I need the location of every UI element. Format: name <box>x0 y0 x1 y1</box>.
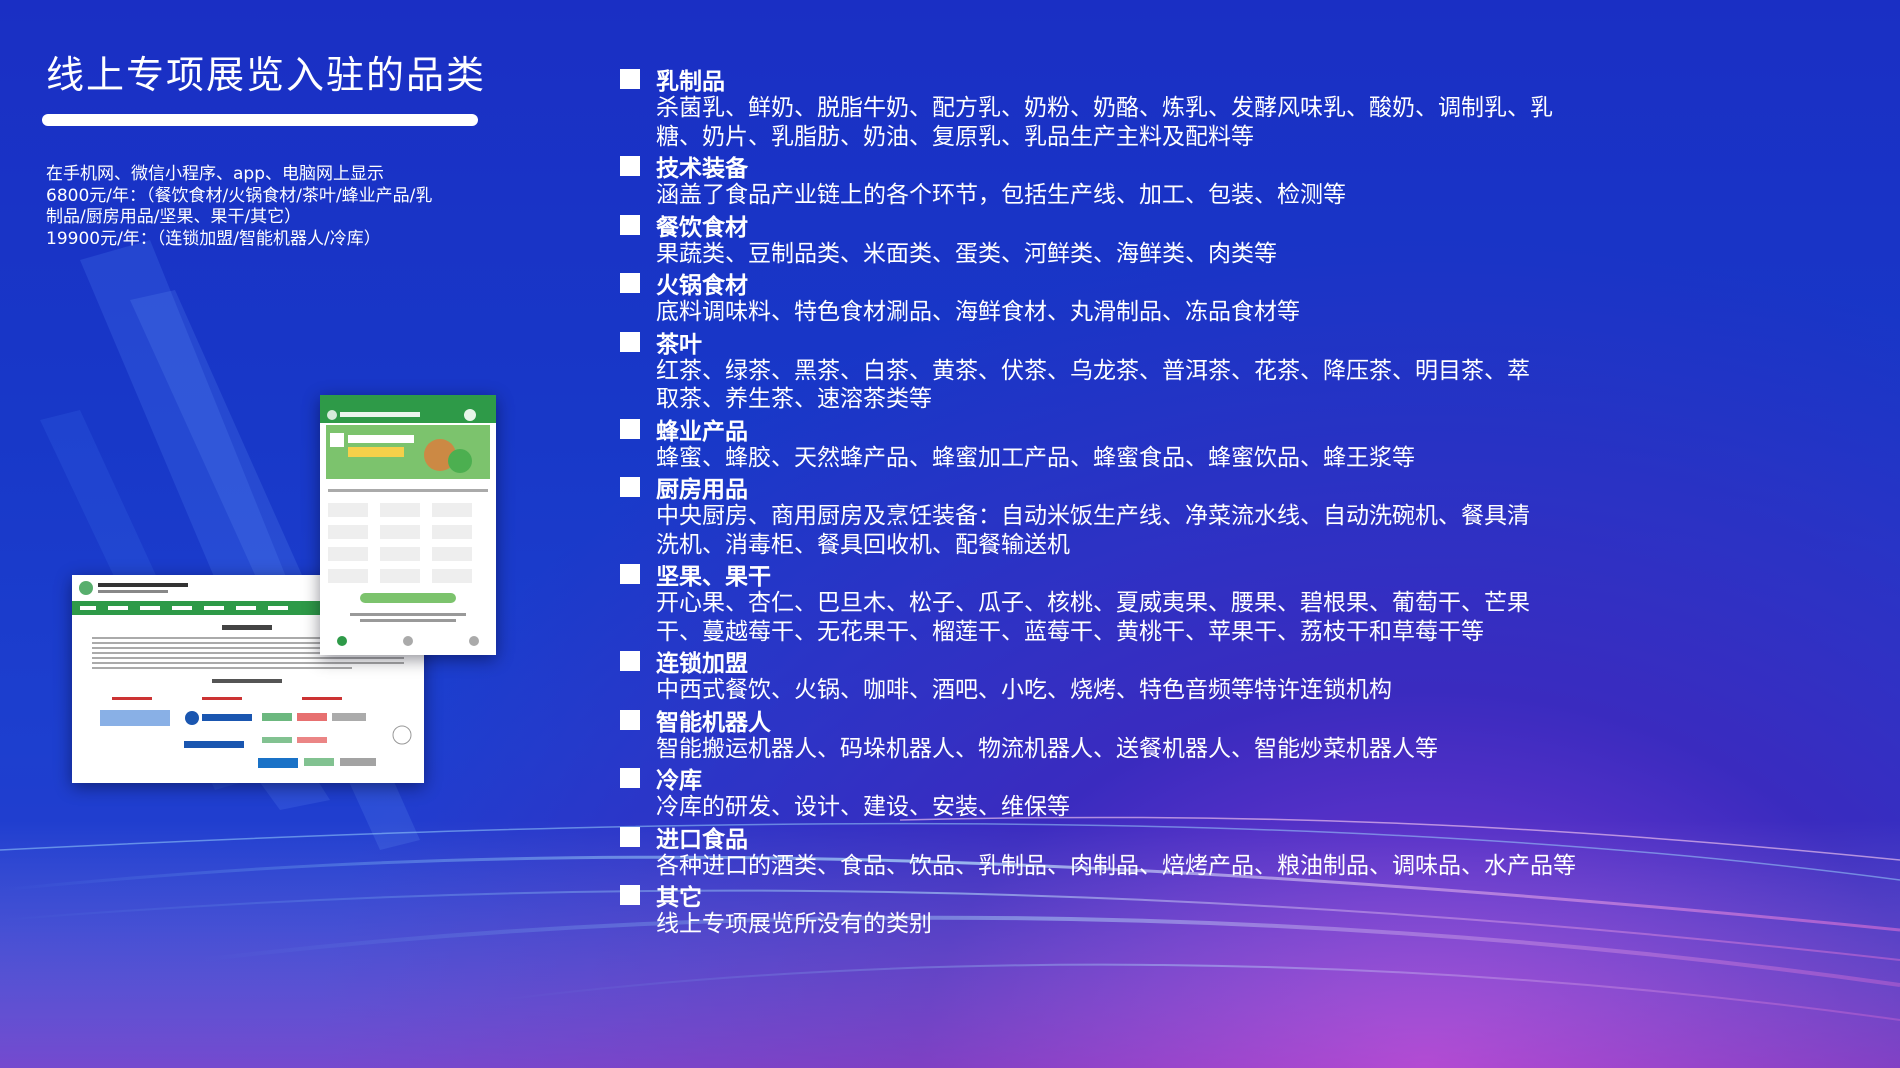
bullet-square-icon <box>620 477 640 497</box>
intro-line: 6800元/年：（餐饮食材/火锅食材/茶叶/蜂业产品/乳 <box>46 185 433 206</box>
category-description: 杀菌乳、鲜奶、脱脂牛奶、配方乳、奶粉、奶酪、炼乳、发酵风味乳、酸奶、调制乳、乳 … <box>656 95 1553 150</box>
category-description: 各种进口的酒类、食品、饮品、乳制品、肉制品、焙烤产品、粮油制品、调味品、水产品等 <box>656 852 1576 879</box>
category-name: 厨房用品 <box>656 477 748 503</box>
category-description: 线上专项展览所没有的类别 <box>656 911 932 937</box>
category-description: 开心果、杏仁、巴旦木、松子、瓜子、核桃、夏威夷果、腰果、碧根果、葡萄干、芒果 干… <box>656 590 1530 645</box>
category-description: 果蔬类、豆制品类、米面类、蛋类、河鲜类、海鲜类、肉类等 <box>656 240 1277 267</box>
category-description: 智能搬运机器人、码垛机器人、物流机器人、送餐机器人、智能炒菜机器人等 <box>656 735 1438 762</box>
category-item: 进口食品 各种进口的酒类、食品、饮品、乳制品、肉制品、焙烤产品、粮油制品、调味品… <box>620 822 1640 881</box>
category-item: 冷库 冷库的研发、设计、建设、安装、维保等 <box>620 763 1640 822</box>
bullet-square-icon <box>620 709 640 730</box>
category-description: 涵盖了食品产业链上的各个环节，包括生产线、加工、包装、检测等 <box>656 182 1346 208</box>
category-item: 蜂业产品 蜂蜜、蜂胶、天然蜂产品、蜂蜜加工产品、蜂蜜食品、蜂蜜饮品、蜂王浆等 <box>620 414 1640 473</box>
category-description: 底料调味料、特色食材涮品、海鲜食材、丸滑制品、冻品食材等 <box>656 299 1300 325</box>
category-item: 餐饮食材 果蔬类、豆制品类、米面类、蛋类、河鲜类、海鲜类、肉类等 <box>620 210 1640 269</box>
bullet-square-icon <box>620 214 640 235</box>
category-item: 其它 线上专项展览所没有的类别 <box>620 880 1640 939</box>
bullet-square-icon <box>620 273 640 293</box>
title-underline <box>42 114 478 126</box>
category-name: 火锅食材 <box>656 273 748 299</box>
category-item: 智能机器人 智能搬运机器人、码垛机器人、物流机器人、送餐机器人、智能炒菜机器人等 <box>620 705 1640 764</box>
bullet-square-icon <box>620 564 640 584</box>
slide-title: 线上专项展览入驻的品类 <box>46 53 487 97</box>
category-name: 餐饮食材 <box>656 214 748 241</box>
category-name: 坚果、果干 <box>656 564 771 590</box>
category-list: 乳制品 杀菌乳、鲜奶、脱脂牛奶、配方乳、奶粉、奶酪、炼乳、发酵风味乳、酸奶、调制… <box>620 64 1640 939</box>
category-description: 蜂蜜、蜂胶、天然蜂产品、蜂蜜加工产品、蜂蜜食品、蜂蜜饮品、蜂王浆等 <box>656 444 1415 471</box>
category-name: 进口食品 <box>656 826 748 853</box>
bullet-square-icon <box>620 768 640 788</box>
category-item: 技术装备 涵盖了食品产业链上的各个环节，包括生产线、加工、包装、检测等 <box>620 151 1640 210</box>
pricing-intro: 在手机网、微信小程序、app、电脑网上显示 6800元/年：（餐饮食材/火锅食材… <box>46 164 486 250</box>
intro-line: 19900元/年：（连锁加盟/智能机器人/冷库） <box>46 228 381 249</box>
category-description: 中央厨房、商用厨房及烹饪装备：自动米饭生产线、净菜流水线、自动洗碗机、餐具清 洗… <box>656 503 1530 558</box>
category-name: 冷库 <box>656 768 702 794</box>
category-name: 茶叶 <box>656 331 702 358</box>
category-item: 乳制品 杀菌乳、鲜奶、脱脂牛奶、配方乳、奶粉、奶酪、炼乳、发酵风味乳、酸奶、调制… <box>620 64 1640 151</box>
category-name: 蜂业产品 <box>656 418 748 445</box>
category-item: 茶叶 红茶、绿茶、黑茶、白茶、黄茶、伏茶、乌龙茶、普洱茶、花茶、降压茶、明目茶、… <box>620 327 1640 414</box>
category-description: 红茶、绿茶、黑茶、白茶、黄茶、伏茶、乌龙茶、普洱茶、花茶、降压茶、明目茶、萃 取… <box>656 357 1530 413</box>
intro-line: 在手机网、微信小程序、app、电脑网上显示 <box>46 164 384 184</box>
bullet-square-icon <box>620 156 640 176</box>
category-item: 坚果、果干 开心果、杏仁、巴旦木、松子、瓜子、核桃、夏威夷果、腰果、碧根果、葡萄… <box>620 559 1640 646</box>
category-name: 乳制品 <box>656 69 725 95</box>
bullet-square-icon <box>620 69 640 89</box>
bullet-square-icon <box>620 651 640 671</box>
category-description: 中西式餐饮、火锅、咖啡、酒吧、小吃、烧烤、特色音频等特许连锁机构 <box>656 677 1392 703</box>
category-name: 其它 <box>656 885 702 911</box>
intro-line: 制品/厨房用品/坚果、果干/其它） <box>46 207 302 227</box>
category-name: 智能机器人 <box>656 709 771 736</box>
category-name: 连锁加盟 <box>656 651 748 677</box>
bullet-square-icon <box>620 418 640 439</box>
bullet-square-icon <box>620 826 640 847</box>
bullet-square-icon <box>620 885 640 905</box>
category-description: 冷库的研发、设计、建设、安装、维保等 <box>656 794 1070 820</box>
category-item: 火锅食材 底料调味料、特色食材涮品、海鲜食材、丸滑制品、冻品食材等 <box>620 268 1640 327</box>
mobile-app-screenshot <box>320 395 496 655</box>
category-item: 连锁加盟 中西式餐饮、火锅、咖啡、酒吧、小吃、烧烤、特色音频等特许连锁机构 <box>620 646 1640 705</box>
category-item: 厨房用品 中央厨房、商用厨房及烹饪装备：自动米饭生产线、净菜流水线、自动洗碗机、… <box>620 472 1640 559</box>
bullet-square-icon <box>620 331 640 352</box>
mobile-app-thumbnail <box>320 395 496 655</box>
category-name: 技术装备 <box>656 156 748 182</box>
